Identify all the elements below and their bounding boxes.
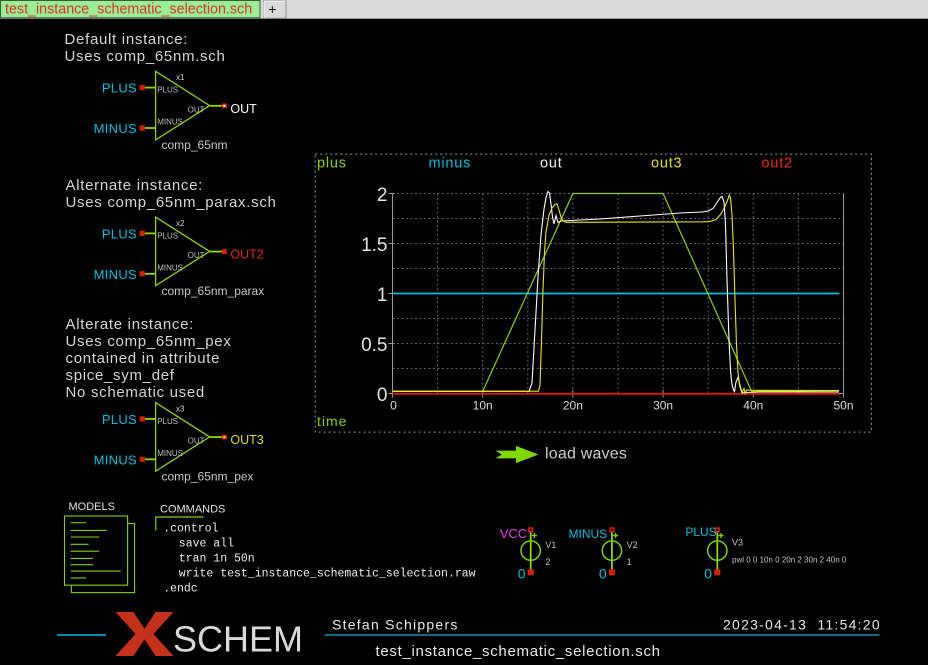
svg-text:V3: V3 xyxy=(732,538,743,548)
svg-text:Stefan Schippers: Stefan Schippers xyxy=(332,617,459,633)
svg-text:pwl 0 0 10n 0 20n 2 30n 2 40n: pwl 0 0 10n 0 20n 2 30n 2 40n 0 xyxy=(732,556,847,565)
svg-text:0: 0 xyxy=(599,566,607,582)
svg-text:SCHEM: SCHEM xyxy=(173,618,303,659)
svg-text:0.5: 0.5 xyxy=(361,335,387,356)
svg-text:x2: x2 xyxy=(176,219,185,228)
svg-text:Alternate instance:: Alternate instance: xyxy=(66,177,204,194)
svg-text:load waves: load waves xyxy=(545,446,627,463)
svg-text:0: 0 xyxy=(390,399,397,413)
svg-text:40n: 40n xyxy=(743,399,763,413)
svg-text:OUT3: OUT3 xyxy=(230,433,263,447)
svg-text:x1: x1 xyxy=(176,73,185,82)
svg-text:.endc: .endc xyxy=(163,583,198,596)
svg-text:MODELS: MODELS xyxy=(69,501,115,513)
svg-text:out2: out2 xyxy=(762,156,793,172)
svg-text:minus: minus xyxy=(429,156,472,172)
svg-text:plus: plus xyxy=(317,156,347,172)
svg-text:10n: 10n xyxy=(473,399,493,413)
svg-text:1.5: 1.5 xyxy=(361,235,387,256)
svg-text:No schematic used: No schematic used xyxy=(66,384,205,401)
svg-text:OUT2: OUT2 xyxy=(230,248,263,262)
svg-text:comp_65nm_parax: comp_65nm_parax xyxy=(162,284,265,298)
svg-text:V2: V2 xyxy=(627,540,638,550)
svg-text:OUT: OUT xyxy=(230,102,257,116)
svg-text:MINUS: MINUS xyxy=(569,527,608,541)
svg-text:spice_sym_def: spice_sym_def xyxy=(66,367,175,384)
svg-text:time: time xyxy=(317,413,347,429)
svg-text:2023-04-13 11:54:20: 2023-04-13 11:54:20 xyxy=(723,617,881,633)
svg-text:comp_65nm_pex: comp_65nm_pex xyxy=(162,469,254,483)
svg-text:COMMANDS: COMMANDS xyxy=(160,504,225,516)
svg-text:Uses comp_65nm_parax.sch: Uses comp_65nm_parax.sch xyxy=(66,194,277,211)
svg-text:out3: out3 xyxy=(651,156,682,172)
svg-text:0: 0 xyxy=(518,566,526,582)
svg-text:PLUS: PLUS xyxy=(685,525,716,539)
svg-text:0: 0 xyxy=(377,385,388,406)
svg-text:2: 2 xyxy=(545,557,550,567)
svg-text:Uses comp_65nm_pex: Uses comp_65nm_pex xyxy=(66,333,232,350)
svg-text:1: 1 xyxy=(377,285,388,306)
svg-text:0: 0 xyxy=(704,566,712,582)
svg-text:.control: .control xyxy=(163,523,218,536)
svg-text:1: 1 xyxy=(627,557,632,567)
svg-text:test_instance_schematic_select: test_instance_schematic_selection.sch xyxy=(5,2,252,18)
svg-text:30n: 30n xyxy=(653,399,673,413)
svg-text:V1: V1 xyxy=(545,540,556,550)
svg-text:VCC: VCC xyxy=(500,526,527,541)
svg-text:test_instance_schematic_select: test_instance_schematic_selection.sch xyxy=(376,643,661,660)
svg-text:write test_instance_schematic_: write test_instance_schematic_selection.… xyxy=(179,568,476,581)
svg-text:Alterate instance:: Alterate instance: xyxy=(66,316,195,333)
svg-text:contained in attribute: contained in attribute xyxy=(66,350,221,367)
svg-text:out: out xyxy=(540,156,563,172)
svg-text:50n: 50n xyxy=(833,399,853,413)
svg-text:Default instance:: Default instance: xyxy=(65,31,189,48)
svg-text:comp_65nm: comp_65nm xyxy=(162,138,228,152)
svg-text:+: + xyxy=(268,1,276,17)
svg-text:save all: save all xyxy=(179,538,234,551)
svg-text:tran 1n 50n: tran 1n 50n xyxy=(179,553,255,566)
svg-text:2: 2 xyxy=(377,185,388,206)
svg-text:Uses comp_65nm.sch: Uses comp_65nm.sch xyxy=(65,48,226,65)
svg-text:x3: x3 xyxy=(176,404,185,413)
svg-text:20n: 20n xyxy=(563,399,583,413)
